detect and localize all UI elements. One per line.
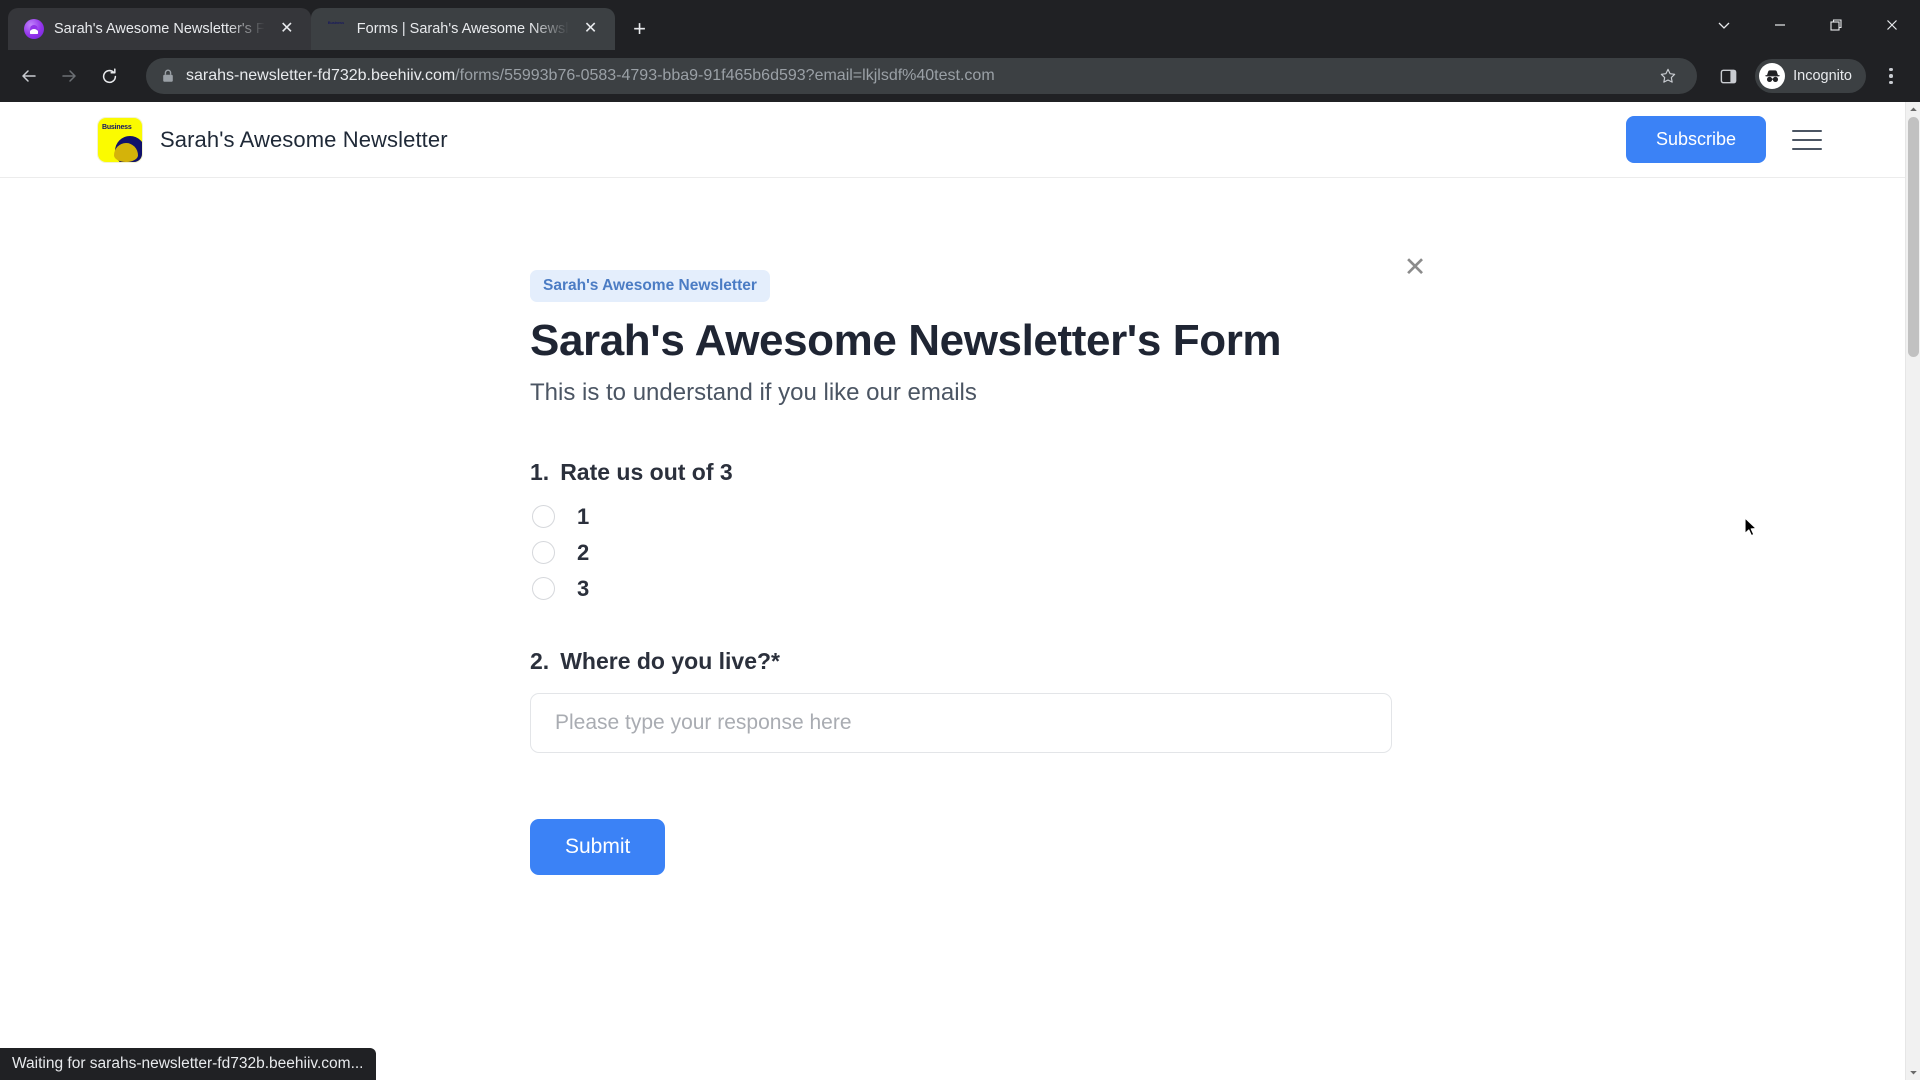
page-viewport: Business Sarah's Awesome Newsletter Subs… (0, 102, 1920, 1080)
newsletter-logo-icon: Business (98, 117, 142, 162)
question-2-text: Where do you live?* (560, 647, 781, 674)
beehiiv-logo-icon (24, 19, 44, 39)
restore-maximize-icon[interactable] (1808, 0, 1864, 50)
radio-option-1[interactable]: 1 (530, 504, 1390, 530)
question-2-number: 2. (530, 647, 550, 674)
reload-icon[interactable] (92, 59, 126, 93)
scroll-down-arrow-icon[interactable] (1906, 1065, 1920, 1080)
subscribe-button[interactable]: Subscribe (1625, 116, 1766, 163)
tab-title: Forms | Sarah's Awesome Newsl (356, 21, 569, 37)
incognito-label: Incognito (1793, 68, 1852, 84)
close-form-icon[interactable]: ✕ (1398, 250, 1432, 284)
bookmark-star-icon[interactable] (1653, 61, 1683, 91)
form-subtitle: This is to understand if you like our em… (530, 378, 977, 406)
submit-button[interactable]: Submit (530, 818, 666, 875)
radio-option-2[interactable]: 2 (530, 540, 1390, 566)
tab-close-icon[interactable]: ✕ (579, 17, 603, 41)
question-1-number: 1. (530, 458, 550, 485)
browser-window: Sarah's Awesome Newsletter's F ✕ Busines… (0, 0, 1920, 1080)
question-1: 1. Rate us out of 3 1 2 3 (530, 459, 1390, 602)
hamburger-menu-icon[interactable] (1792, 129, 1822, 150)
tab-close-icon[interactable]: ✕ (275, 17, 299, 41)
question-1-label: 1. Rate us out of 3 (530, 459, 1390, 486)
brand[interactable]: Business Sarah's Awesome Newsletter (98, 117, 448, 162)
lock-icon (160, 68, 176, 84)
incognito-avatar-icon (1759, 63, 1786, 89)
browser-tab-2[interactable]: Business Forms | Sarah's Awesome Newsl ✕ (310, 8, 615, 50)
tab-strip: Sarah's Awesome Newsletter's F ✕ Busines… (0, 0, 1920, 50)
tab-title: Sarah's Awesome Newsletter's F (54, 21, 265, 37)
radio-option-1-label: 1 (577, 503, 590, 529)
browser-tab-1[interactable]: Sarah's Awesome Newsletter's F ✕ (8, 8, 311, 50)
publication-badge: Sarah's Awesome Newsletter (530, 270, 770, 302)
url-path: /forms/55993b76-0583-4793-bba9-91f465b6d… (455, 67, 995, 84)
window-controls (1696, 0, 1920, 50)
radio-option-3-label: 3 (577, 575, 590, 601)
url-host: sarahs-newsletter-fd732b.beehiiv.com (186, 67, 456, 84)
page-scrollbar[interactable] (1905, 102, 1920, 1080)
browser-toolbar: sarahs-newsletter-fd732b.beehiiv.com/for… (0, 50, 1920, 102)
radio-option-3[interactable]: 3 (530, 576, 1390, 602)
question-2-label: 2. Where do you live?* (530, 648, 1390, 675)
kebab-menu-icon[interactable] (1874, 59, 1908, 93)
response-text-input[interactable] (530, 692, 1392, 753)
close-window-icon[interactable] (1864, 0, 1920, 50)
side-panel-icon[interactable] (1711, 59, 1745, 93)
business-logo-icon: Business (326, 19, 347, 39)
status-bar: Waiting for sarahs-newsletter-fd732b.bee… (0, 1048, 376, 1080)
url-text: sarahs-newsletter-fd732b.beehiiv.com/for… (186, 67, 1643, 85)
forward-arrow-icon[interactable] (52, 59, 86, 93)
radio-option-2-label: 2 (577, 539, 590, 565)
scrollbar-thumb[interactable] (1908, 117, 1919, 357)
question-1-options: 1 2 3 (530, 504, 1390, 602)
form-container: ✕ Sarah's Awesome Newsletter Sarah's Awe… (530, 178, 1426, 875)
page-content: ✕ Sarah's Awesome Newsletter Sarah's Awe… (0, 178, 1920, 875)
scroll-up-arrow-icon[interactable] (1906, 102, 1920, 117)
minimize-icon[interactable] (1752, 0, 1808, 50)
form-title: Sarah's Awesome Newsletter's Form (530, 316, 1282, 365)
question-2: 2. Where do you live?* (530, 648, 1392, 753)
radio-circle-icon[interactable] (532, 541, 555, 565)
back-arrow-icon[interactable] (12, 59, 46, 93)
header-actions: Subscribe (1625, 116, 1822, 163)
address-bar[interactable]: sarahs-newsletter-fd732b.beehiiv.com/for… (146, 58, 1698, 94)
radio-circle-icon[interactable] (532, 577, 555, 601)
brand-name: Sarah's Awesome Newsletter (160, 126, 448, 152)
site-header: Business Sarah's Awesome Newsletter Subs… (0, 102, 1920, 178)
radio-circle-icon[interactable] (532, 505, 555, 529)
new-tab-button[interactable]: + (623, 12, 657, 46)
tab-search-chevron-down-icon[interactable] (1696, 0, 1752, 50)
question-1-text: Rate us out of 3 (560, 458, 733, 485)
incognito-profile-button[interactable]: Incognito (1755, 59, 1866, 93)
